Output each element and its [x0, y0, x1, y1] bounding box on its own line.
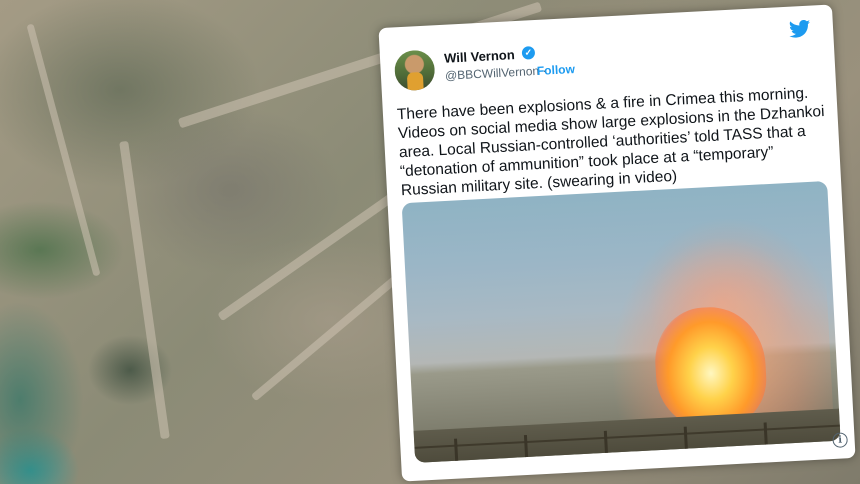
verified-badge-icon: ✓: [521, 46, 536, 60]
road: [250, 266, 410, 402]
tweet-text: There have been explosions & a fire in C…: [396, 84, 825, 200]
road: [119, 140, 170, 440]
follow-button[interactable]: Follow: [537, 62, 576, 78]
avatar-figure: [406, 71, 424, 91]
twitter-bird-icon[interactable]: [789, 19, 812, 39]
info-icon[interactable]: i: [832, 432, 849, 448]
road: [26, 23, 101, 277]
author-handle[interactable]: @BBCWillVernon ·: [445, 63, 547, 82]
tweet-card[interactable]: Will Vernon ✓ @BBCWillVernon · Follow Th…: [378, 4, 856, 482]
author-handle-text[interactable]: @BBCWillVernon: [445, 64, 540, 83]
tweet-video[interactable]: [401, 180, 841, 463]
author-name[interactable]: Will Vernon: [444, 47, 515, 66]
avatar[interactable]: [393, 49, 436, 92]
